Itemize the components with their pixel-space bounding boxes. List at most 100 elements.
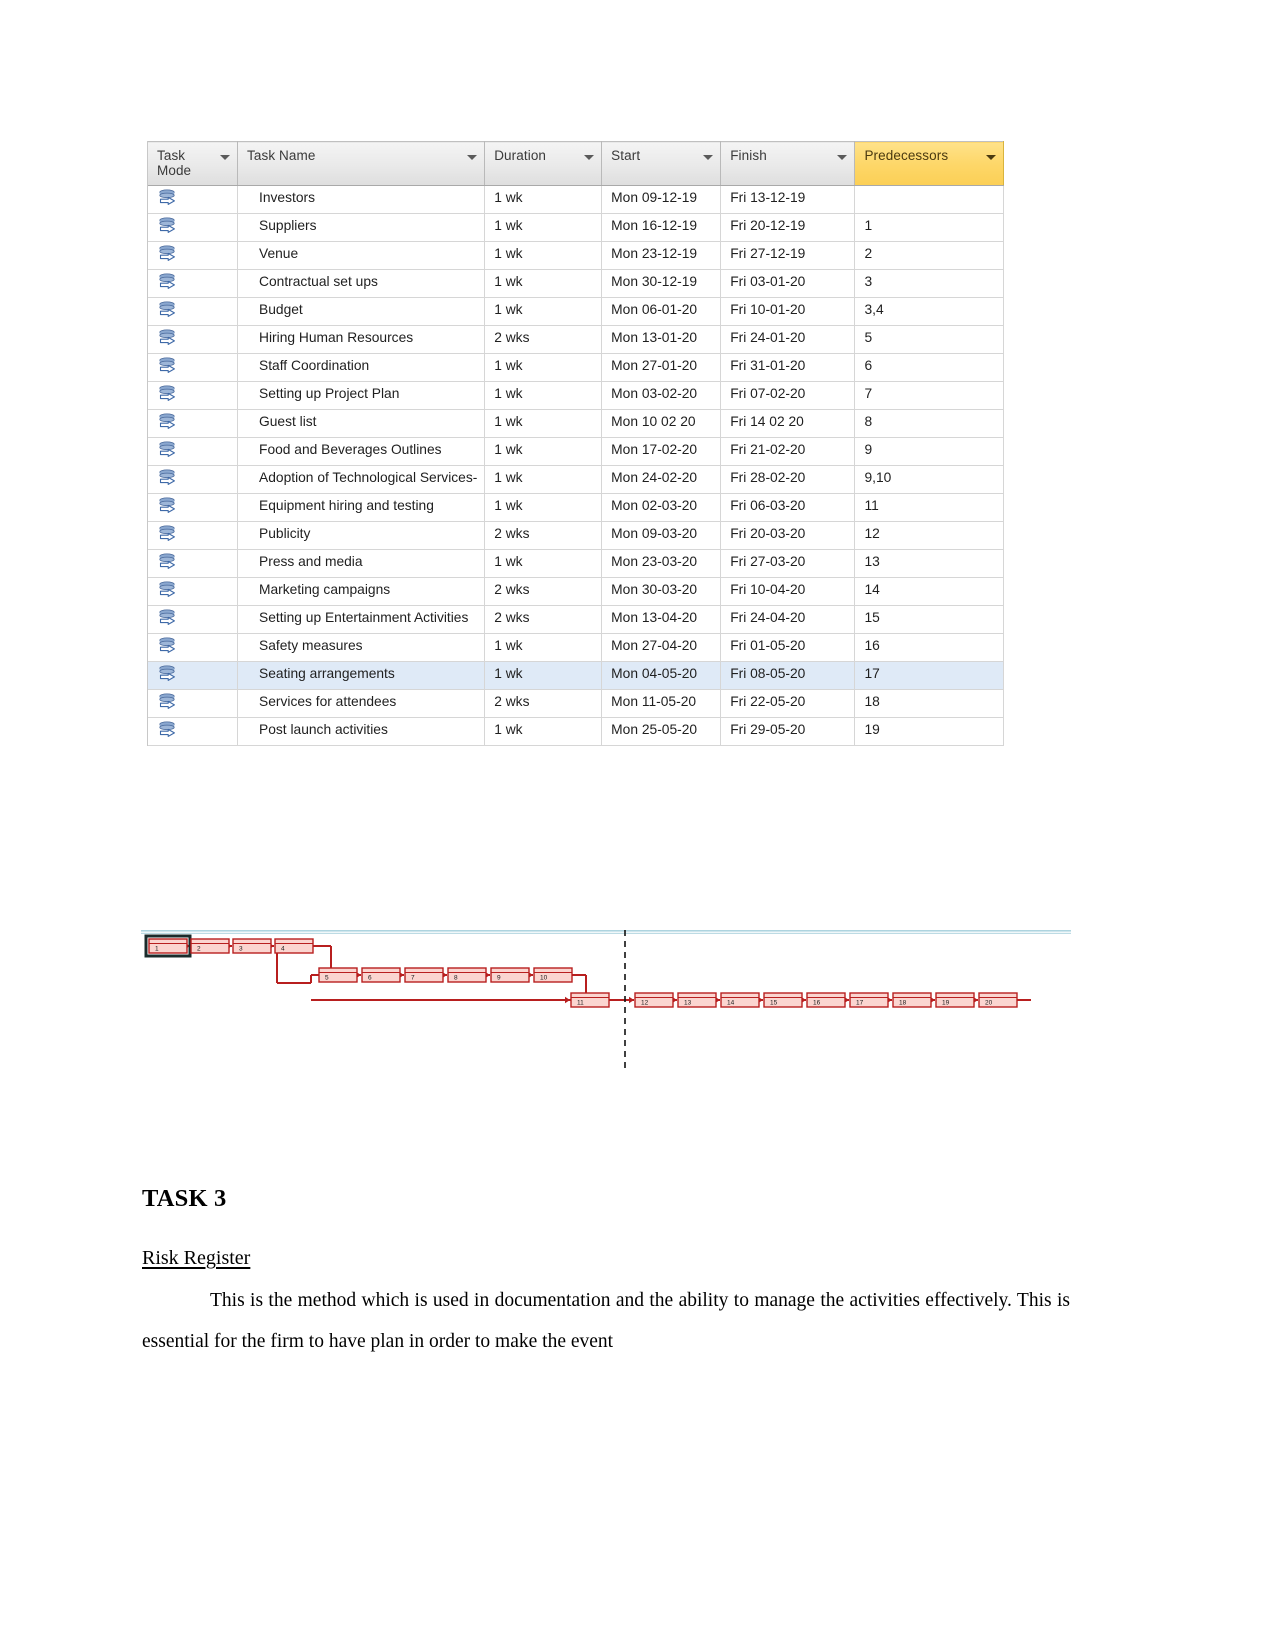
cell-predecessors[interactable]: 3: [854, 269, 1004, 298]
filter-arrow-icon[interactable]: [467, 155, 478, 160]
cell-start[interactable]: Mon 13-01-20: [601, 325, 722, 354]
cell-duration[interactable]: 2 wks: [484, 605, 603, 634]
cell-finish[interactable]: Fri 08-05-20: [720, 661, 856, 690]
network-node[interactable]: 16: [806, 992, 846, 1008]
auto-schedule-icon[interactable]: [158, 245, 177, 265]
cell-task-mode[interactable]: [148, 493, 239, 522]
network-node[interactable]: 12: [634, 992, 674, 1008]
network-node[interactable]: 17: [849, 992, 889, 1008]
cell-task-name[interactable]: Investors: [237, 185, 486, 214]
cell-start[interactable]: Mon 02-03-20: [601, 493, 722, 522]
table-row[interactable]: Investors 1 wk Mon 09-12-19 Fri 13-12-19: [148, 185, 1004, 214]
cell-task-name[interactable]: Venue: [237, 241, 486, 270]
network-diagram-canvas[interactable]: 1 2 3 45 6 7 8 9 1011 12 13 14 15 16 17 18 19 20: [141, 925, 1071, 1075]
cell-predecessors[interactable]: 9,10: [854, 465, 1004, 494]
cell-finish[interactable]: Fri 31-01-20: [720, 353, 856, 382]
cell-start[interactable]: Mon 24-02-20: [601, 465, 722, 494]
cell-task-name[interactable]: Marketing campaigns: [237, 577, 486, 606]
table-row[interactable]: Marketing campaigns 2 wks Mon 30-03-20 Fri …: [148, 577, 1004, 606]
auto-schedule-icon[interactable]: [158, 637, 177, 657]
cell-task-mode[interactable]: [148, 717, 239, 746]
cell-duration[interactable]: 1 wk: [484, 633, 603, 662]
cell-predecessors[interactable]: 6: [854, 353, 1004, 382]
table-row[interactable]: Adoption of Technological Services- 1 wk M…: [148, 465, 1004, 494]
network-node[interactable]: 20: [978, 992, 1018, 1008]
cell-duration[interactable]: 1 wk: [484, 185, 603, 214]
column-header-start[interactable]: Start: [601, 141, 722, 186]
cell-start[interactable]: Mon 16-12-19: [601, 213, 722, 242]
cell-predecessors[interactable]: 19: [854, 717, 1004, 746]
cell-start[interactable]: Mon 09-03-20: [601, 521, 722, 550]
column-header-finish[interactable]: Finish: [720, 141, 856, 186]
cell-duration[interactable]: 2 wks: [484, 577, 603, 606]
cell-predecessors[interactable]: 2: [854, 241, 1004, 270]
cell-task-mode[interactable]: [148, 353, 239, 382]
network-node[interactable]: 7: [404, 967, 444, 983]
cell-predecessors[interactable]: 7: [854, 381, 1004, 410]
network-node[interactable]: 8: [447, 967, 487, 983]
cell-predecessors[interactable]: 3,4: [854, 297, 1004, 326]
cell-task-mode[interactable]: [148, 437, 239, 466]
cell-predecessors[interactable]: 14: [854, 577, 1004, 606]
cell-predecessors[interactable]: 15: [854, 605, 1004, 634]
table-row[interactable]: Venue 1 wk Mon 23-12-19 Fri 27-12-19 2: [148, 241, 1004, 270]
network-node[interactable]: 19: [935, 992, 975, 1008]
cell-task-name[interactable]: Publicity: [237, 521, 486, 550]
cell-task-mode[interactable]: [148, 241, 239, 270]
cell-task-mode[interactable]: [148, 605, 239, 634]
network-node[interactable]: 4: [274, 938, 314, 954]
cell-duration[interactable]: 1 wk: [484, 661, 603, 690]
auto-schedule-icon[interactable]: [158, 273, 177, 293]
network-node[interactable]: 5: [318, 967, 358, 983]
cell-task-name[interactable]: Adoption of Technological Services-: [237, 465, 486, 494]
cell-task-mode[interactable]: [148, 521, 239, 550]
cell-duration[interactable]: 1 wk: [484, 549, 603, 578]
network-node[interactable]: 11: [570, 992, 610, 1008]
cell-task-name[interactable]: Suppliers: [237, 213, 486, 242]
network-diagram[interactable]: 1 2 3 4 5 6 7 8 9 10 11 12 13 14 15 16 17 18 19 20: [141, 925, 1071, 1075]
cell-task-mode[interactable]: [148, 633, 239, 662]
cell-task-name[interactable]: Seating arrangements: [237, 661, 486, 690]
cell-predecessors[interactable]: 16: [854, 633, 1004, 662]
cell-task-mode[interactable]: [148, 185, 239, 214]
network-node[interactable]: 3: [232, 938, 272, 954]
cell-start[interactable]: Mon 27-01-20: [601, 353, 722, 382]
cell-duration[interactable]: 1 wk: [484, 717, 603, 746]
cell-task-mode[interactable]: [148, 269, 239, 298]
auto-schedule-icon[interactable]: [158, 329, 177, 349]
cell-task-mode[interactable]: [148, 325, 239, 354]
cell-duration[interactable]: 1 wk: [484, 269, 603, 298]
cell-finish[interactable]: Fri 07-02-20: [720, 381, 856, 410]
cell-task-name[interactable]: Post launch activities: [237, 717, 486, 746]
cell-finish[interactable]: Fri 27-12-19: [720, 241, 856, 270]
column-header-task-name[interactable]: Task Name: [237, 141, 486, 186]
column-header-predecessors[interactable]: Predecessors: [854, 141, 1004, 186]
filter-arrow-icon[interactable]: [837, 155, 848, 160]
cell-task-name[interactable]: Equipment hiring and testing: [237, 493, 486, 522]
table-row[interactable]: Post launch activities 1 wk Mon 25-05-20 Fr…: [148, 717, 1004, 746]
cell-start[interactable]: Mon 23-12-19: [601, 241, 722, 270]
cell-start[interactable]: Mon 25-05-20: [601, 717, 722, 746]
cell-duration[interactable]: 1 wk: [484, 381, 603, 410]
cell-duration[interactable]: 1 wk: [484, 409, 603, 438]
auto-schedule-icon[interactable]: [158, 189, 177, 209]
auto-schedule-icon[interactable]: [158, 469, 177, 489]
cell-predecessors[interactable]: 17: [854, 661, 1004, 690]
cell-start[interactable]: Mon 23-03-20: [601, 549, 722, 578]
cell-start[interactable]: Mon 30-12-19: [601, 269, 722, 298]
project-task-table[interactable]: Task Mode Task Name Duration Start Finish: [147, 141, 1004, 746]
network-node[interactable]: 10: [533, 967, 573, 983]
cell-finish[interactable]: Fri 20-12-19: [720, 213, 856, 242]
network-node[interactable]: 6: [361, 967, 401, 983]
cell-predecessors[interactable]: 12: [854, 521, 1004, 550]
cell-duration[interactable]: 1 wk: [484, 241, 603, 270]
cell-predecessors[interactable]: 1: [854, 213, 1004, 242]
cell-predecessors[interactable]: 11: [854, 493, 1004, 522]
cell-task-mode[interactable]: [148, 549, 239, 578]
filter-arrow-icon[interactable]: [986, 155, 996, 160]
cell-task-name[interactable]: Budget: [237, 297, 486, 326]
table-row[interactable]: Publicity 2 wks Mon 09-03-20 Fri 20-03-20 12: [148, 521, 1004, 550]
table-row[interactable]: Safety measures 1 wk Mon 27-04-20 Fri 01-05…: [148, 633, 1004, 662]
table-row[interactable]: Setting up Entertainment Activities 2 wks…: [148, 605, 1004, 634]
cell-start[interactable]: Mon 11-05-20: [601, 689, 722, 718]
